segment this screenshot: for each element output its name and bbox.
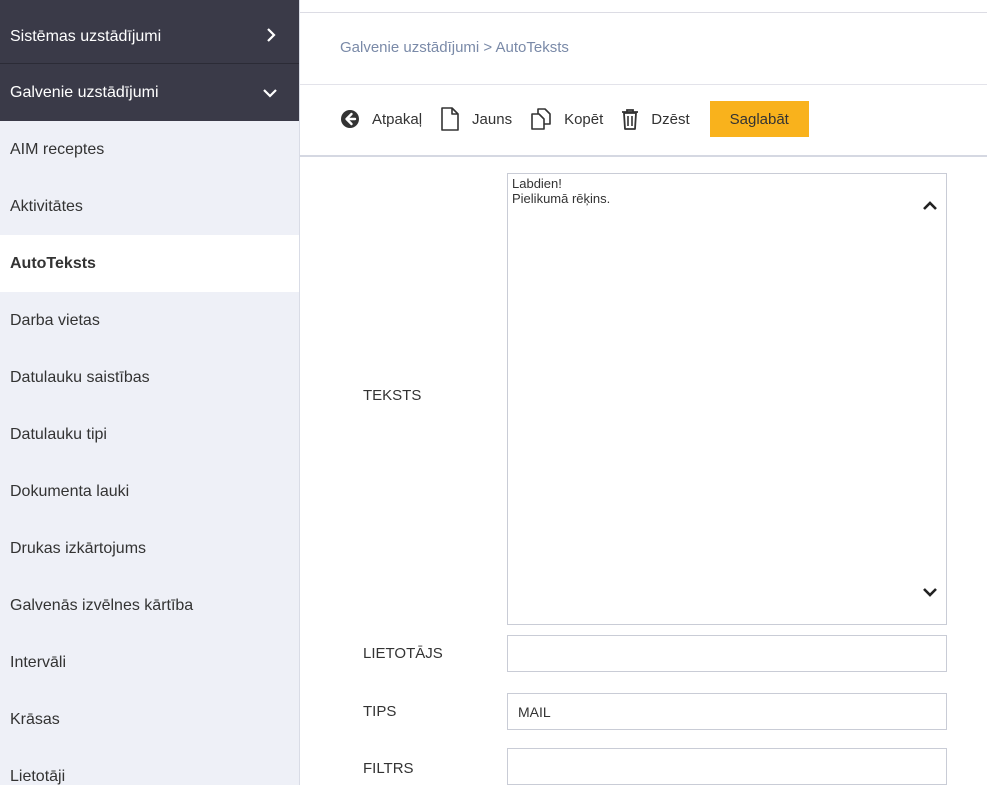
sidebar-section-main-settings[interactable]: Galvenie uzstādījumi bbox=[0, 64, 299, 121]
toolbar: Atpakaļ Jauns Kopēt Dzēst Saglabāt bbox=[340, 100, 809, 138]
lietotajs-label: LIETOTĀJS bbox=[363, 645, 443, 662]
chevron-up-icon[interactable] bbox=[922, 198, 938, 214]
teksts-line: Pielikumā rēķins. bbox=[512, 191, 611, 206]
sidebar-item-aim-receptes[interactable]: AIM receptes bbox=[0, 121, 299, 178]
chevron-right-icon bbox=[265, 27, 277, 47]
sidebar-section-system-settings[interactable]: Sistēmas uzstādījumi bbox=[0, 0, 299, 64]
sidebar-item-darba-vietas[interactable]: Darba vietas bbox=[0, 292, 299, 349]
divider bbox=[300, 12, 987, 13]
teksts-textarea[interactable]: Labdien! Pielikumā rēķins. bbox=[507, 173, 947, 625]
tips-label: TIPS bbox=[363, 703, 397, 720]
sidebar-item-datulauku-tipi[interactable]: Datulauku tipi bbox=[0, 406, 299, 463]
new-button[interactable]: Jauns bbox=[440, 107, 512, 131]
main-content: Galvenie uzstādījumi > AutoTeksts Atpaka… bbox=[300, 0, 987, 785]
divider bbox=[300, 84, 987, 85]
sidebar-item-drukas-izkartojums[interactable]: Drukas izkārtojums bbox=[0, 520, 299, 577]
copy-icon bbox=[531, 108, 551, 130]
back-button[interactable]: Atpakaļ bbox=[340, 109, 422, 129]
delete-label: Dzēst bbox=[651, 110, 690, 128]
delete-button[interactable]: Dzēst bbox=[621, 108, 690, 130]
chevron-down-icon bbox=[263, 83, 277, 103]
filtrs-label: FILTRS bbox=[363, 760, 414, 777]
trash-icon bbox=[622, 109, 639, 130]
new-label: Jauns bbox=[472, 110, 513, 128]
sidebar-item-lietotaji[interactable]: Lietotāji bbox=[0, 748, 299, 785]
back-label: Atpakaļ bbox=[372, 110, 423, 128]
sidebar-section-label: Sistēmas uzstādījumi bbox=[10, 27, 162, 45]
filtrs-input[interactable] bbox=[507, 748, 947, 785]
sidebar: Sistēmas uzstādījumi Galvenie uzstādījum… bbox=[0, 0, 300, 785]
sidebar-section-label: Galvenie uzstādījumi bbox=[10, 83, 159, 101]
tips-input[interactable]: MAIL bbox=[507, 693, 947, 730]
sidebar-item-datulauku-saistibas[interactable]: Datulauku saistības bbox=[0, 349, 299, 406]
breadcrumb-current: AutoTeksts bbox=[495, 39, 569, 56]
breadcrumb-separator: > bbox=[479, 39, 496, 56]
sidebar-item-galvenas-izvelnes-kartiba[interactable]: Galvenās izvēlnes kārtība bbox=[0, 577, 299, 634]
sidebar-item-dokumenta-lauki[interactable]: Dokumenta lauki bbox=[0, 463, 299, 520]
copy-label: Kopēt bbox=[564, 110, 604, 128]
save-button[interactable]: Saglabāt bbox=[709, 101, 809, 137]
sidebar-item-intervali[interactable]: Intervāli bbox=[0, 634, 299, 691]
teksts-line: Labdien! bbox=[512, 176, 562, 191]
back-arrow-icon bbox=[341, 110, 359, 128]
breadcrumb: Galvenie uzstādījumi > AutoTeksts bbox=[340, 39, 569, 56]
teksts-label: TEKSTS bbox=[363, 387, 422, 404]
new-document-icon bbox=[441, 107, 459, 131]
lietotajs-input[interactable] bbox=[507, 635, 947, 672]
chevron-down-icon[interactable] bbox=[922, 584, 938, 600]
breadcrumb-parent-link[interactable]: Galvenie uzstādījumi bbox=[340, 39, 479, 56]
copy-button[interactable]: Kopēt bbox=[530, 108, 603, 130]
sidebar-item-krasas[interactable]: Krāsas bbox=[0, 691, 299, 748]
divider bbox=[300, 155, 987, 157]
sidebar-item-aktivitates[interactable]: Aktivitātes bbox=[0, 178, 299, 235]
sidebar-item-autoteksts[interactable]: AutoTeksts bbox=[0, 235, 299, 292]
